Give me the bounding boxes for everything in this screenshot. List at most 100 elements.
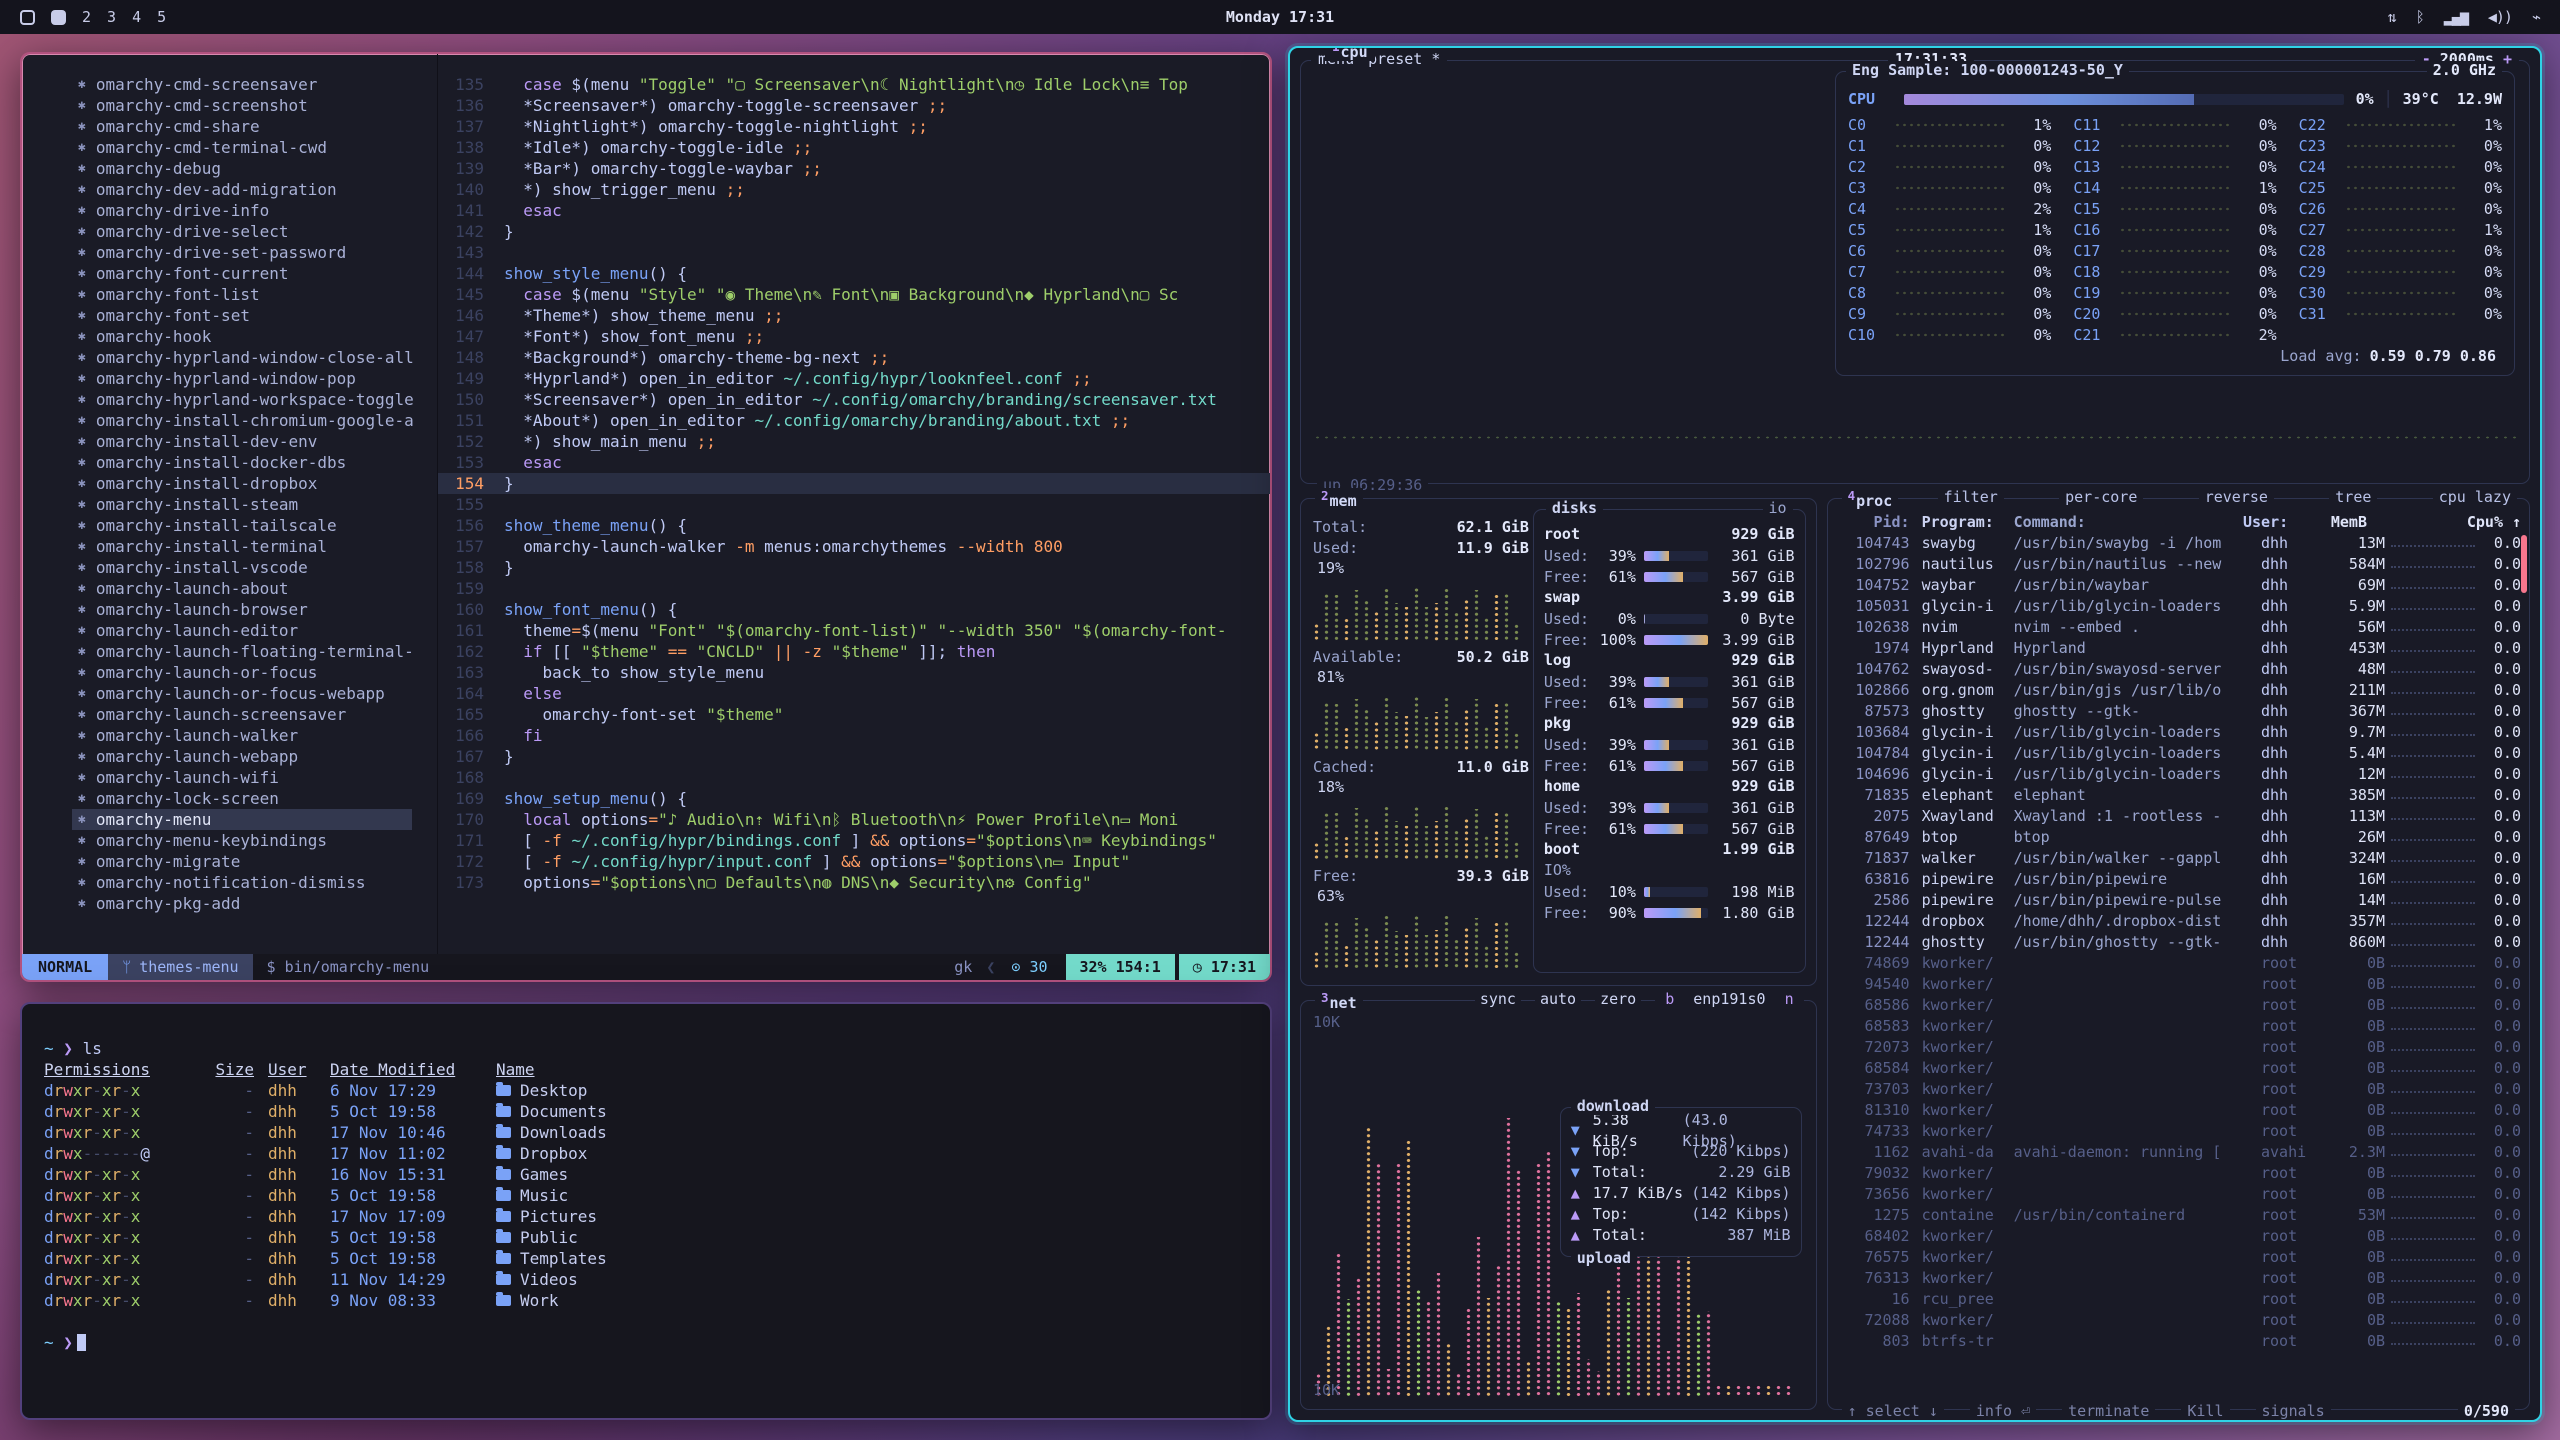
interval-plus-button[interactable]: + — [2503, 50, 2512, 68]
code-editor[interactable]: 135 case $(menu "Toggle" "▢ Screensaver\… — [438, 54, 1270, 954]
process-row[interactable]: 76313 kworker/ root 0B 0.0 — [1838, 1268, 2521, 1289]
process-row[interactable]: 1162 avahi-da avahi-daemon: running [ av… — [1838, 1142, 2521, 1163]
file-item[interactable]: ✱omarchy-drive-set-password — [72, 242, 437, 263]
file-item[interactable]: ✱omarchy-install-tailscale — [72, 515, 437, 536]
process-row[interactable]: 73703 kworker/ root 0B 0.0 — [1838, 1079, 2521, 1100]
process-row[interactable]: 2075 Xwayland Xwayland :1 -rootless - dh… — [1838, 806, 2521, 827]
per-core-toggle[interactable]: per-core — [2059, 488, 2143, 506]
file-item[interactable]: ✱omarchy-install-vscode — [72, 557, 437, 578]
disks-io-toggle[interactable]: io — [1763, 499, 1793, 517]
process-row[interactable]: 72088 kworker/ root 0B 0.0 — [1838, 1310, 2521, 1331]
process-row[interactable]: 68584 kworker/ root 0B 0.0 — [1838, 1058, 2521, 1079]
prompt-line[interactable]: ~ ❯ — [44, 1332, 1270, 1353]
file-item[interactable]: ✱omarchy-launch-screensaver — [72, 704, 437, 725]
process-row[interactable]: 16 rcu_pree root 0B 0.0 — [1838, 1289, 2521, 1310]
file-item[interactable]: ✱omarchy-install-steam — [72, 494, 437, 515]
file-item[interactable]: ✱omarchy-dev-add-migration — [72, 179, 437, 200]
file-item[interactable]: ✱omarchy-cmd-screensaver — [72, 74, 437, 95]
file-item[interactable]: ✱omarchy-launch-wifi — [72, 767, 437, 788]
file-item[interactable]: ✱omarchy-launch-floating-terminal- — [72, 641, 437, 662]
proc-scrollbar-thumb[interactable] — [2521, 535, 2527, 593]
cpu-meter-icon[interactable]: ▂▄▆ — [2444, 8, 2468, 26]
process-row[interactable]: 12244 dropbox /home/dhh/.dropbox-dist dh… — [1838, 911, 2521, 932]
process-row[interactable]: 104762 swayosd- /usr/bin/swayosd-server … — [1838, 659, 2521, 680]
volume-icon[interactable]: ◀)) — [2488, 8, 2512, 26]
file-item[interactable]: ✱omarchy-drive-info — [72, 200, 437, 221]
process-row[interactable]: 63816 pipewire /usr/bin/pipewire dhh 16M… — [1838, 869, 2521, 890]
process-row[interactable]: 12244 ghostty /usr/bin/ghostty --gtk- dh… — [1838, 932, 2521, 953]
process-row[interactable]: 2586 pipewire /usr/bin/pipewire-pulse dh… — [1838, 890, 2521, 911]
file-item[interactable]: ✱omarchy-debug — [72, 158, 437, 179]
process-row[interactable]: 74869 kworker/ root 0B 0.0 — [1838, 953, 2521, 974]
file-item[interactable]: ✱omarchy-launch-webapp — [72, 746, 437, 767]
file-item[interactable]: ✱omarchy-launch-about — [72, 578, 437, 599]
workspace-button[interactable]: 3 — [107, 8, 116, 26]
file-item[interactable]: ✱omarchy-font-current — [72, 263, 437, 284]
sort-arrow-icon[interactable]: ↑ — [2503, 511, 2521, 533]
file-item[interactable]: ✱omarchy-font-list — [72, 284, 437, 305]
process-row[interactable]: 803 btrfs-tr root 0B 0.0 — [1838, 1331, 2521, 1352]
net-zero-button[interactable]: zero — [1595, 990, 1641, 1008]
net-sync-button[interactable]: sync — [1475, 990, 1521, 1008]
file-item[interactable]: ✱omarchy-launch-browser — [72, 599, 437, 620]
file-item[interactable]: ✱omarchy-launch-or-focus-webapp — [72, 683, 437, 704]
file-item[interactable]: ✱omarchy-font-set — [72, 305, 437, 326]
process-row[interactable]: 72073 kworker/ root 0B 0.0 — [1838, 1037, 2521, 1058]
file-item[interactable]: ✱omarchy-install-dev-env — [72, 431, 437, 452]
file-item[interactable]: ✱omarchy-install-dropbox — [72, 473, 437, 494]
workspace-button[interactable]: 4 — [132, 8, 141, 26]
process-row[interactable]: 102796 nautilus /usr/bin/nautilus --new … — [1838, 554, 2521, 575]
network-icon[interactable]: ⇅ — [2388, 8, 2396, 26]
tree-toggle[interactable]: tree — [2329, 488, 2377, 506]
file-item[interactable]: ✱omarchy-launch-editor — [72, 620, 437, 641]
workspace-1-indicator[interactable] — [51, 10, 66, 25]
filter-button[interactable]: filter — [1938, 488, 2004, 506]
file-item[interactable]: ✱omarchy-migrate — [72, 851, 437, 872]
file-item[interactable]: ✱omarchy-launch-walker — [72, 725, 437, 746]
file-item[interactable]: ✱omarchy-install-chromium-google-a — [72, 410, 437, 431]
process-row[interactable]: 104784 glycin-i /usr/lib/glycin-loaders … — [1838, 743, 2521, 764]
file-item[interactable]: ✱omarchy-cmd-screenshot — [72, 95, 437, 116]
os-menu-icon[interactable] — [20, 10, 35, 25]
process-row[interactable]: 87573 ghostty ghostty --gtk- dhh 367M 0.… — [1838, 701, 2521, 722]
process-row[interactable]: 1275 containe /usr/bin/containerd root 5… — [1838, 1205, 2521, 1226]
process-row[interactable]: 73656 kworker/ root 0B 0.0 — [1838, 1184, 2521, 1205]
file-item[interactable]: ✱omarchy-lock-screen — [72, 788, 437, 809]
process-row[interactable]: 68583 kworker/ root 0B 0.0 — [1838, 1016, 2521, 1037]
kill-hint[interactable]: Kill — [2181, 1402, 2229, 1420]
file-item[interactable]: ✱omarchy-drive-select — [72, 221, 437, 242]
process-row[interactable]: 102866 org.gnom /usr/bin/gjs /usr/lib/o … — [1838, 680, 2521, 701]
process-row[interactable]: 76575 kworker/ root 0B 0.0 — [1838, 1247, 2521, 1268]
file-item[interactable]: ✱omarchy-menu — [72, 809, 412, 830]
workspace-button[interactable]: 5 — [157, 8, 166, 26]
info-hint[interactable]: info ⏎ — [1970, 1402, 2036, 1420]
file-item[interactable]: ✱omarchy-hyprland-window-pop — [72, 368, 437, 389]
process-row[interactable]: 71837 walker /usr/bin/walker --gappl dhh… — [1838, 848, 2521, 869]
process-row[interactable]: 104743 swaybg /usr/bin/swaybg -i /hom dh… — [1838, 533, 2521, 554]
net-auto-button[interactable]: auto — [1535, 990, 1581, 1008]
process-row[interactable]: 87649 btop btop dhh 26M 0.0 — [1838, 827, 2521, 848]
file-item[interactable]: ✱omarchy-install-docker-dbs — [72, 452, 437, 473]
file-item[interactable]: ✱omarchy-install-terminal — [72, 536, 437, 557]
terminate-hint[interactable]: terminate — [2062, 1402, 2155, 1420]
file-item[interactable]: ✱omarchy-hyprland-workspace-toggle — [72, 389, 437, 410]
process-row[interactable]: 103684 glycin-i /usr/lib/glycin-loaders … — [1838, 722, 2521, 743]
process-row[interactable]: 71835 elephant elephant dhh 385M 0.0 — [1838, 785, 2521, 806]
process-row[interactable]: 102638 nvim nvim --embed . dhh 56M 0.0 — [1838, 617, 2521, 638]
sort-selector[interactable]: cpu lazy — [2433, 488, 2517, 506]
workspace-button[interactable]: 2 — [82, 8, 91, 26]
file-item[interactable]: ✱omarchy-cmd-share — [72, 116, 437, 137]
process-row[interactable]: 74733 kworker/ root 0B 0.0 — [1838, 1121, 2521, 1142]
process-row[interactable]: 81310 kworker/ root 0B 0.0 — [1838, 1100, 2521, 1121]
file-item[interactable]: ✱omarchy-notification-dismiss — [72, 872, 437, 893]
process-row[interactable]: 104752 waybar /usr/bin/waybar dhh 69M 0.… — [1838, 575, 2521, 596]
file-item[interactable]: ✱omarchy-cmd-terminal-cwd — [72, 137, 437, 158]
process-row[interactable]: 104696 glycin-i /usr/lib/glycin-loaders … — [1838, 764, 2521, 785]
process-row[interactable]: 105031 glycin-i /usr/lib/glycin-loaders … — [1838, 596, 2521, 617]
signals-hint[interactable]: signals — [2256, 1402, 2331, 1420]
process-row[interactable]: 68402 kworker/ root 0B 0.0 — [1838, 1226, 2521, 1247]
file-item[interactable]: ✱omarchy-pkg-add — [72, 893, 437, 914]
file-item[interactable]: ✱omarchy-hook — [72, 326, 437, 347]
process-row[interactable]: 94540 kworker/ root 0B 0.0 — [1838, 974, 2521, 995]
bluetooth-icon[interactable]: ᛒ — [2416, 8, 2424, 26]
